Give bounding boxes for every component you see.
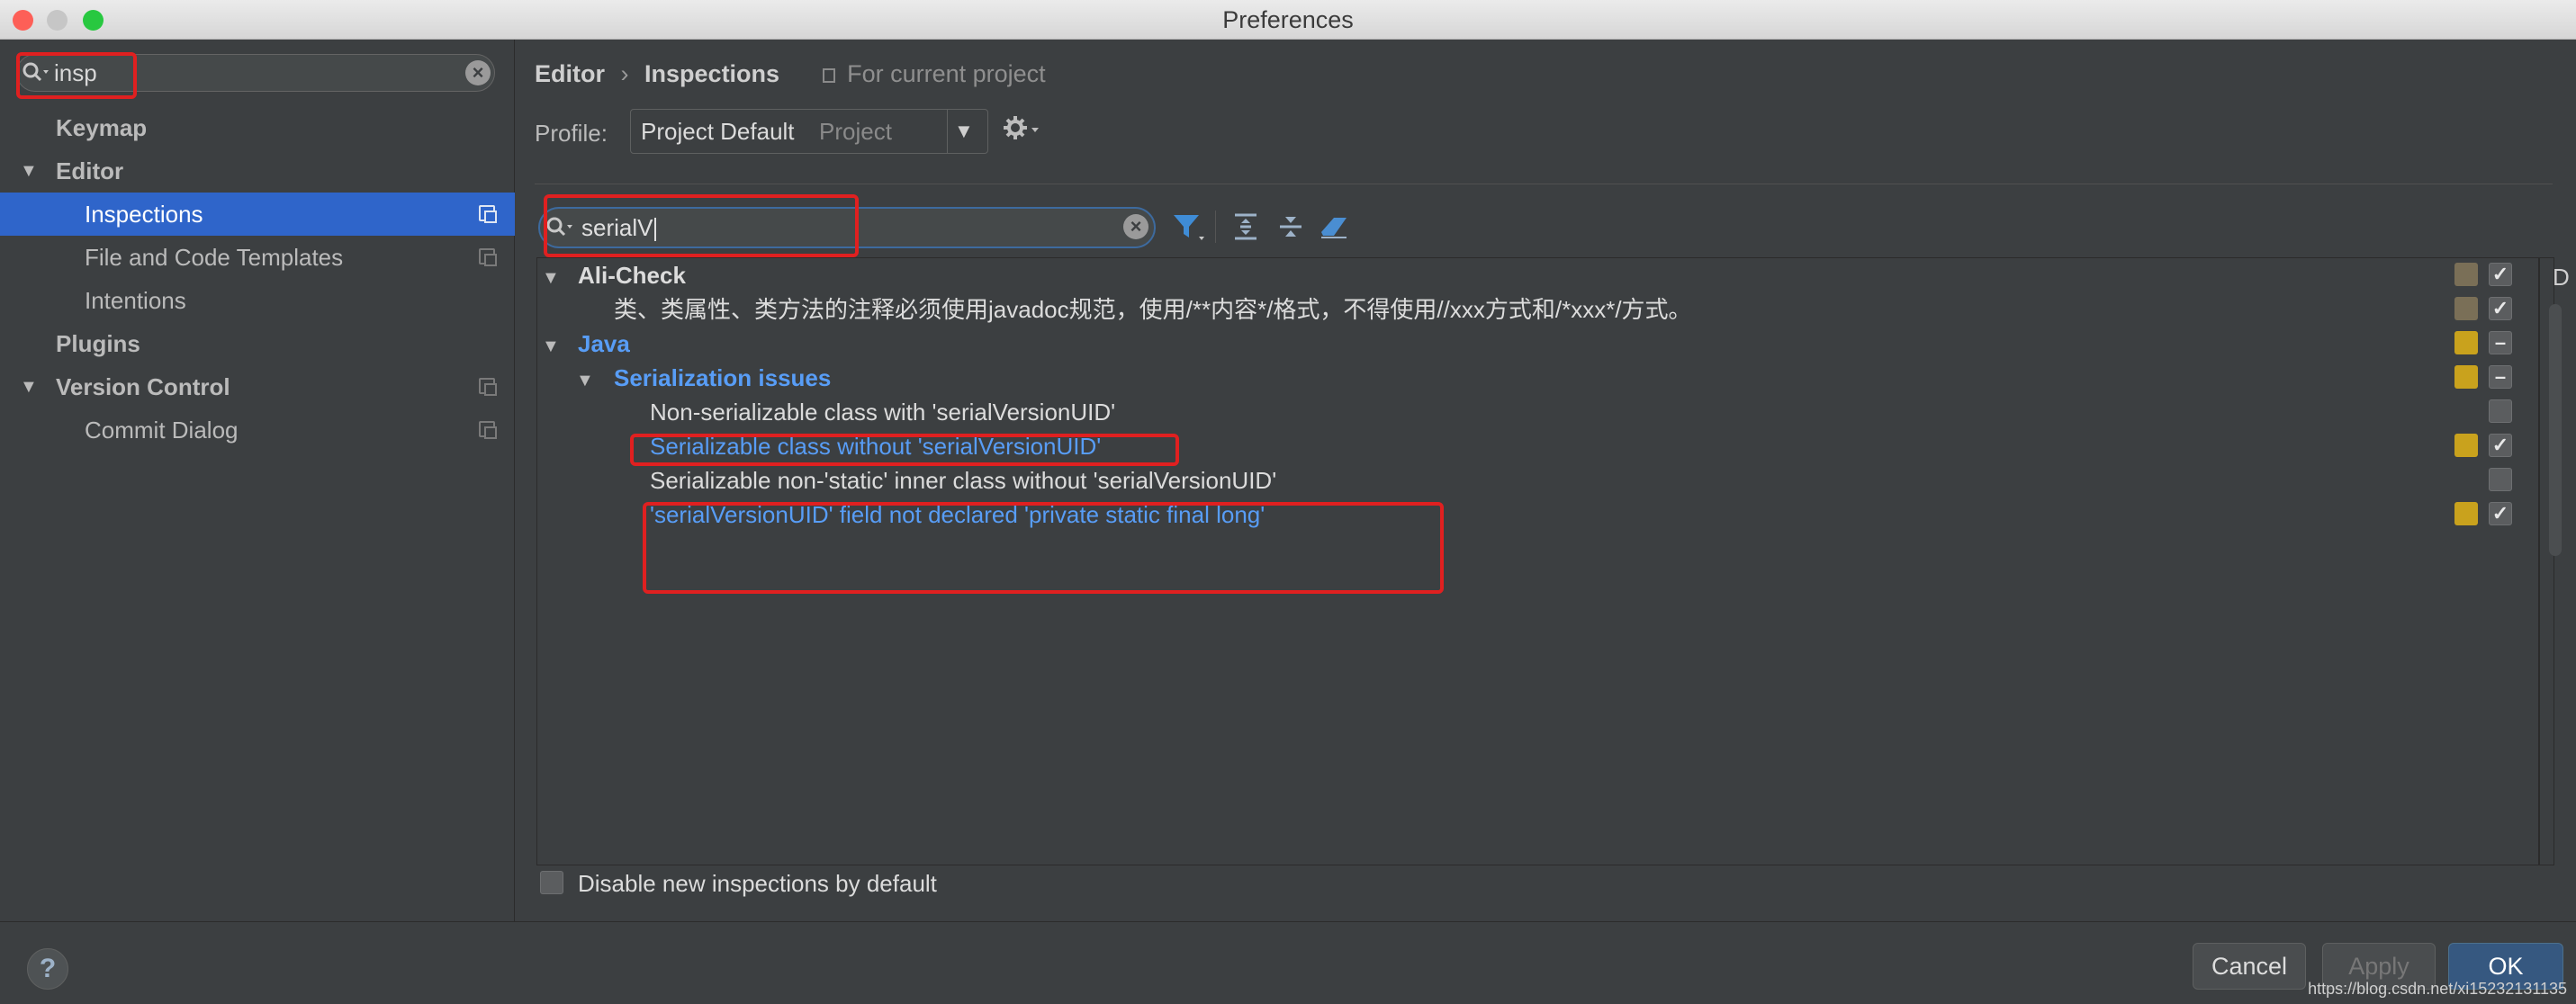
tree-item-non-serializable[interactable]: Non-serializable class with 'serialVersi… bbox=[650, 395, 1115, 429]
tree-group-java[interactable]: ▼ Java bbox=[540, 327, 630, 361]
project-scope-icon bbox=[822, 67, 835, 83]
sidebar-item-label: Plugins bbox=[56, 330, 140, 357]
expanded-arrow-icon[interactable]: ▼ bbox=[20, 149, 38, 193]
toolbar-separator bbox=[1215, 211, 1216, 243]
sidebar-item-label: Editor bbox=[56, 157, 124, 184]
profile-label: Profile: bbox=[535, 120, 608, 147]
pane-splitter[interactable] bbox=[2538, 257, 2540, 865]
expand-all-icon[interactable] bbox=[1231, 212, 1260, 241]
tree-item-label: Serializable non-'static' inner class wi… bbox=[650, 467, 1277, 494]
profile-scope: Project bbox=[819, 118, 892, 145]
inspection-checkbox-checked[interactable]: ✓ bbox=[2489, 297, 2512, 320]
inspection-checkbox-checked[interactable]: ✓ bbox=[2489, 263, 2512, 286]
sidebar-item-intentions[interactable]: Intentions bbox=[0, 279, 515, 322]
tree-group-serialization[interactable]: ▼ Serialization issues bbox=[576, 361, 831, 395]
highlight-filter-search bbox=[544, 194, 859, 257]
project-scope-icon bbox=[479, 205, 497, 223]
sidebar-item-file-and-code-templates[interactable]: File and Code Templates bbox=[0, 236, 515, 279]
inspection-checkbox-unchecked[interactable] bbox=[2489, 468, 2512, 491]
window-title: Preferences bbox=[1222, 6, 1354, 33]
breadcrumb-parent: Editor bbox=[535, 60, 605, 87]
inspection-checkbox-checked[interactable]: ✓ bbox=[2489, 434, 2512, 457]
disable-new-inspections-checkbox[interactable] bbox=[540, 871, 563, 894]
severity-icon bbox=[2454, 434, 2478, 457]
breadcrumb: Editor › Inspections For current project bbox=[535, 56, 1046, 92]
tree-item-inner-class[interactable]: Serializable non-'static' inner class wi… bbox=[650, 463, 1276, 498]
disable-new-inspections-label: Disable new inspections by default bbox=[578, 870, 937, 897]
tree-group-ali-check[interactable]: ▼ Ali-Check bbox=[540, 258, 686, 292]
tree-item-label: Non-serializable class with 'serialVersi… bbox=[650, 399, 1116, 426]
sidebar-item-inspections[interactable]: Inspections bbox=[0, 193, 515, 236]
clear-filter-icon[interactable]: × bbox=[1123, 214, 1148, 239]
filter-icon[interactable] bbox=[1172, 212, 1204, 243]
scrollbar[interactable] bbox=[2549, 304, 2562, 556]
severity-icon bbox=[2454, 297, 2478, 320]
gear-icon[interactable] bbox=[1003, 115, 1042, 144]
sidebar-item-label: Keymap bbox=[56, 114, 148, 141]
project-scope-icon bbox=[479, 248, 497, 266]
sidebar-item-label: Inspections bbox=[85, 201, 203, 228]
chevron-down-icon[interactable]: ▼ bbox=[954, 115, 974, 148]
inspection-checkbox-partial[interactable]: – bbox=[2489, 331, 2512, 354]
sidebar-item-keymap[interactable]: Keymap bbox=[0, 106, 515, 149]
severity-icon bbox=[2454, 365, 2478, 389]
sidebar-item-plugins[interactable]: Plugins bbox=[0, 322, 515, 365]
expanded-arrow-icon[interactable]: ▼ bbox=[576, 363, 614, 398]
highlight-sidebar-search bbox=[16, 52, 137, 99]
clear-search-icon[interactable]: × bbox=[465, 60, 491, 85]
sidebar-item-commit-dialog[interactable]: Commit Dialog bbox=[0, 408, 515, 452]
sidebar-item-version-control[interactable]: ▼ Version Control bbox=[0, 365, 515, 408]
sidebar-item-label: Intentions bbox=[85, 287, 186, 314]
tree-item-label: 类、类属性、类方法的注释必须使用javadoc规范，使用/**内容*/格式，不得… bbox=[614, 296, 1692, 323]
severity-icon bbox=[2454, 263, 2478, 286]
tree-group-label: Serialization issues bbox=[614, 364, 832, 391]
inspection-checkbox-partial[interactable]: – bbox=[2489, 365, 2512, 389]
inspection-checkbox-checked[interactable]: ✓ bbox=[2489, 502, 2512, 525]
severity-icon bbox=[2454, 331, 2478, 354]
breadcrumb-scope: For current project bbox=[847, 60, 1046, 87]
inspection-checkbox-unchecked[interactable] bbox=[2489, 399, 2512, 423]
project-scope-icon bbox=[479, 421, 497, 439]
tree-group-label: Java bbox=[578, 330, 630, 357]
help-button[interactable]: ? bbox=[27, 948, 68, 990]
sidebar-item-label: File and Code Templates bbox=[85, 244, 344, 271]
watermark-url: https://blog.csdn.net/xi15232131135 bbox=[2308, 980, 2567, 998]
highlight-uid-field bbox=[643, 502, 1444, 594]
reset-eraser-icon[interactable] bbox=[1318, 212, 1350, 241]
project-scope-icon bbox=[479, 378, 497, 396]
expanded-arrow-icon[interactable]: ▼ bbox=[540, 329, 578, 363]
sidebar-item-label: Commit Dialog bbox=[85, 417, 239, 444]
breadcrumb-separator: › bbox=[620, 60, 629, 87]
description-pane-edge: D bbox=[2553, 264, 2570, 291]
expanded-arrow-icon[interactable]: ▼ bbox=[540, 261, 578, 295]
sidebar-item-label: Version Control bbox=[56, 373, 230, 400]
tree-item-ali-rule[interactable]: 类、类属性、类方法的注释必须使用javadoc规范，使用/**内容*/格式，不得… bbox=[614, 292, 1692, 327]
select-divider bbox=[947, 110, 948, 153]
footer-separator bbox=[0, 921, 2576, 922]
profile-value: Project Default bbox=[641, 118, 795, 145]
sidebar-item-editor[interactable]: ▼ Editor bbox=[0, 149, 515, 193]
collapse-all-icon[interactable] bbox=[1276, 212, 1305, 241]
cancel-button[interactable]: Cancel bbox=[2193, 943, 2306, 990]
tree-group-label: Ali-Check bbox=[578, 262, 686, 289]
expanded-arrow-icon[interactable]: ▼ bbox=[20, 365, 38, 408]
breadcrumb-current: Inspections bbox=[644, 60, 780, 87]
highlight-serializable-without-uid bbox=[630, 434, 1179, 466]
severity-icon bbox=[2454, 502, 2478, 525]
